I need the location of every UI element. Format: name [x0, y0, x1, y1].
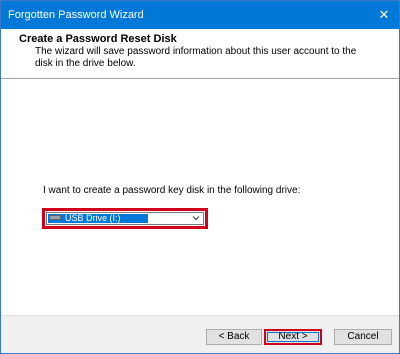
- wizard-header: Create a Password Reset Disk The wizard …: [1, 29, 399, 79]
- usb-drive-icon: [49, 215, 61, 220]
- wizard-body: I want to create a password key disk in …: [1, 79, 399, 315]
- page-description: The wizard will save password informatio…: [35, 46, 357, 69]
- title-bar[interactable]: Forgotten Password Wizard ✕: [1, 1, 399, 29]
- back-button[interactable]: < Back: [206, 329, 262, 345]
- next-button-label: Next >: [278, 331, 308, 342]
- footer-divider: [1, 315, 399, 316]
- drive-select-field[interactable]: USB Drive (I:): [46, 212, 204, 225]
- drive-select-value: USB Drive (I:): [65, 213, 121, 223]
- wizard-window: Forgotten Password Wizard ✕ Create a Pas…: [0, 0, 400, 354]
- window-title: Forgotten Password Wizard: [8, 9, 144, 21]
- cancel-button[interactable]: Cancel: [334, 329, 392, 345]
- chevron-down-icon[interactable]: [192, 214, 200, 222]
- drive-prompt-label: I want to create a password key disk in …: [43, 185, 301, 196]
- page-title: Create a Password Reset Disk: [19, 33, 177, 45]
- back-button-label: < Back: [218, 331, 250, 342]
- drive-select[interactable]: USB Drive (I:): [42, 208, 208, 229]
- close-button[interactable]: ✕: [369, 1, 399, 29]
- cancel-button-label: Cancel: [347, 331, 379, 342]
- next-button[interactable]: Next >: [264, 329, 322, 345]
